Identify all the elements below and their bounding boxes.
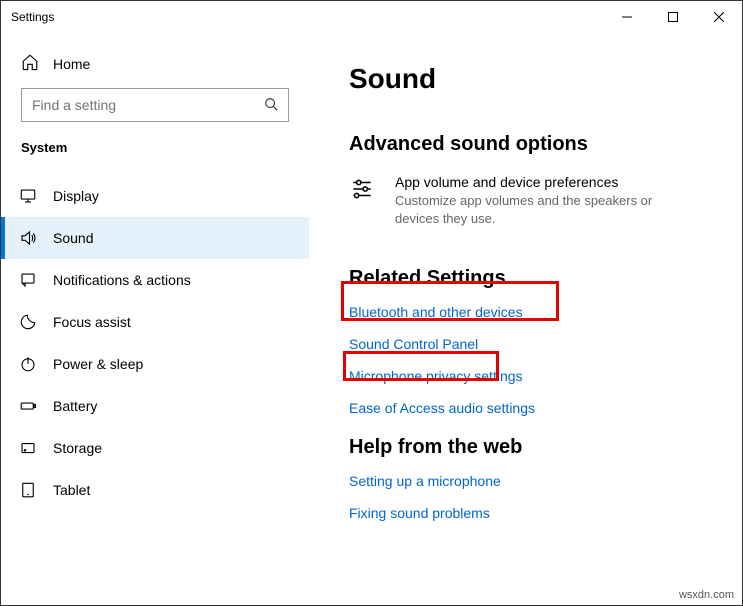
sidebar: Home System Display Sound Notifications … xyxy=(1,33,309,605)
sidebar-item-notifications[interactable]: Notifications & actions xyxy=(1,259,309,301)
home-icon xyxy=(21,53,39,74)
sound-icon xyxy=(19,229,37,247)
window-title: Settings xyxy=(11,10,54,24)
sidebar-item-label: Power & sleep xyxy=(53,356,143,372)
notifications-icon xyxy=(19,271,37,289)
window-controls xyxy=(604,1,742,33)
close-button[interactable] xyxy=(696,1,742,33)
power-icon xyxy=(19,355,37,373)
search-input[interactable] xyxy=(21,88,289,122)
link-setup-mic[interactable]: Setting up a microphone xyxy=(349,473,501,489)
home-label: Home xyxy=(53,56,90,72)
app-volume-title: App volume and device preferences xyxy=(395,174,695,190)
focus-icon xyxy=(19,313,37,331)
help-heading: Help from the web xyxy=(349,436,722,459)
sidebar-item-label: Storage xyxy=(53,440,102,456)
sidebar-item-storage[interactable]: Storage xyxy=(1,427,309,469)
page-title: Sound xyxy=(349,63,722,95)
search-field[interactable] xyxy=(32,97,264,113)
sidebar-item-label: Notifications & actions xyxy=(53,272,191,288)
home-link[interactable]: Home xyxy=(1,45,309,88)
advanced-heading: Advanced sound options xyxy=(349,133,722,156)
sidebar-item-power[interactable]: Power & sleep xyxy=(1,343,309,385)
related-heading: Related Settings xyxy=(349,267,506,290)
sidebar-item-tablet[interactable]: Tablet xyxy=(1,469,309,511)
sidebar-heading: System xyxy=(1,140,309,175)
sidebar-item-battery[interactable]: Battery xyxy=(1,385,309,427)
minimize-button[interactable] xyxy=(604,1,650,33)
link-bluetooth[interactable]: Bluetooth and other devices xyxy=(349,304,523,320)
sliders-icon xyxy=(349,176,377,227)
sidebar-item-label: Sound xyxy=(53,230,93,246)
search-icon xyxy=(264,97,278,114)
search-container xyxy=(1,88,309,140)
app-volume-desc: Customize app volumes and the speakers o… xyxy=(395,192,695,227)
storage-icon xyxy=(19,439,37,457)
sidebar-item-label: Display xyxy=(53,188,99,204)
link-fix-sound[interactable]: Fixing sound problems xyxy=(349,505,490,521)
watermark: wsxdn.com xyxy=(679,589,734,601)
titlebar: Settings xyxy=(1,1,742,33)
sidebar-item-label: Battery xyxy=(53,398,97,414)
app-volume-row[interactable]: App volume and device preferences Custom… xyxy=(349,174,722,227)
sidebar-item-focus[interactable]: Focus assist xyxy=(1,301,309,343)
sidebar-item-sound[interactable]: Sound xyxy=(1,217,309,259)
tablet-icon xyxy=(19,481,37,499)
content-pane: Sound Advanced sound options App volume … xyxy=(309,33,742,605)
maximize-button[interactable] xyxy=(650,1,696,33)
battery-icon xyxy=(19,397,37,415)
sidebar-item-display[interactable]: Display xyxy=(1,175,309,217)
link-mic-privacy[interactable]: Microphone privacy settings xyxy=(349,368,523,384)
link-ease-audio[interactable]: Ease of Access audio settings xyxy=(349,400,535,416)
sidebar-item-label: Tablet xyxy=(53,482,90,498)
link-sound-control-panel[interactable]: Sound Control Panel xyxy=(349,336,478,352)
display-icon xyxy=(19,187,37,205)
sidebar-item-label: Focus assist xyxy=(53,314,131,330)
